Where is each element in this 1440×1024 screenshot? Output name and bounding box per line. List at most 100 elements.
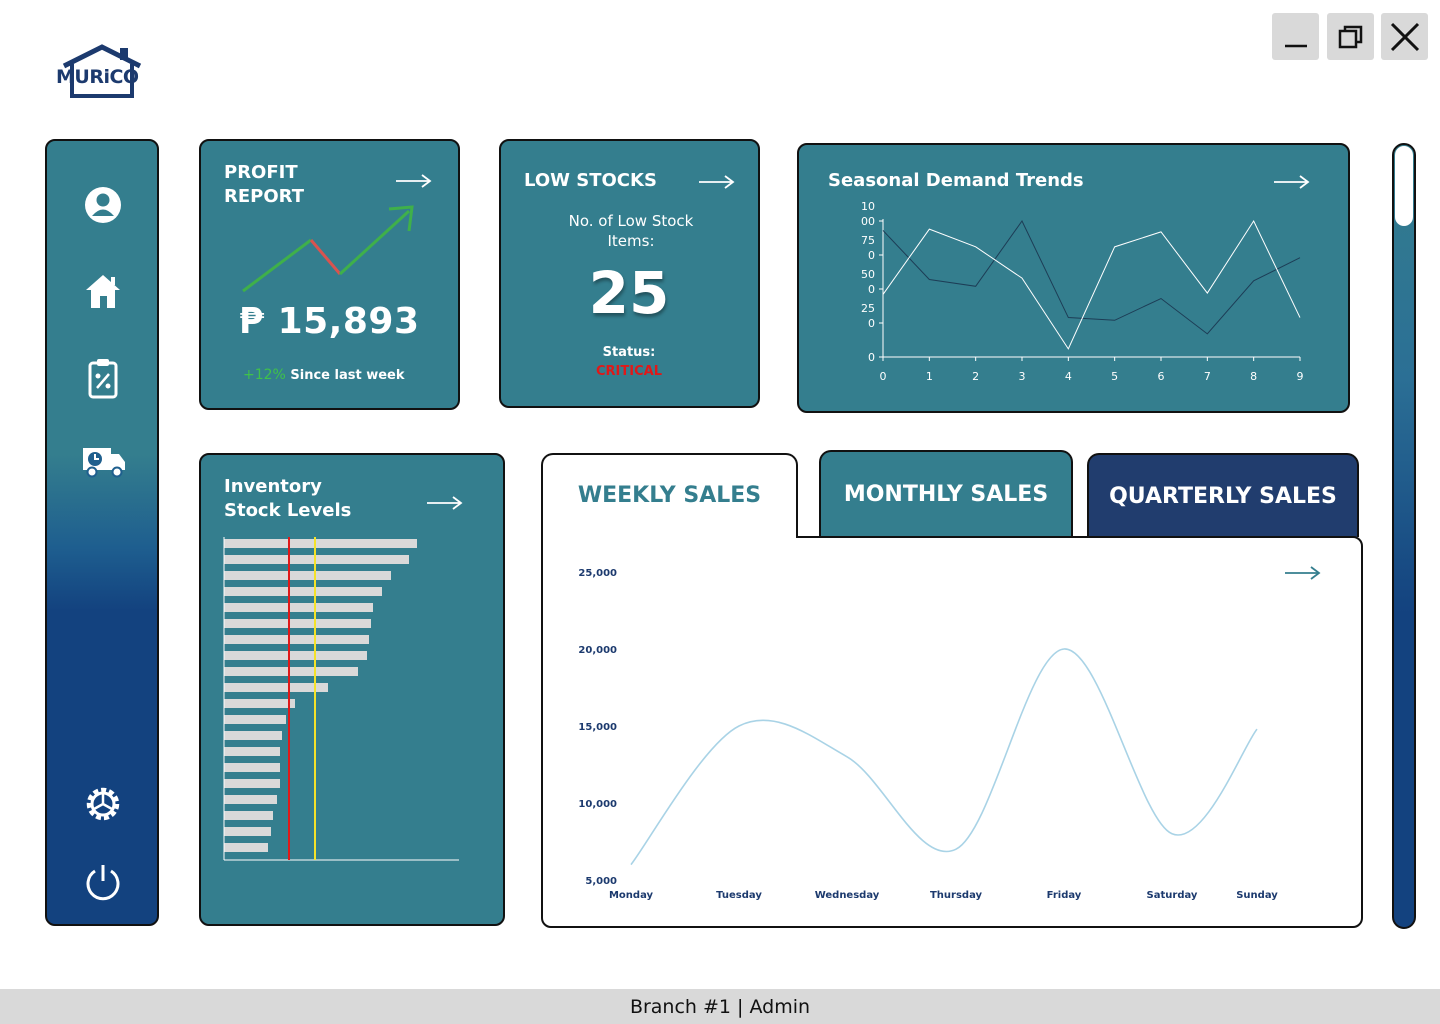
profit-report-card[interactable]: PROFIT REPORT ₱ 15,893 +12% Since last w… <box>199 139 460 410</box>
weekly-x-tick-label: Friday <box>1047 890 1082 901</box>
inventory-bar <box>224 795 277 804</box>
weekly-sales-chart: 25,000 20,000 15,000 10,000 5,000 Monday Tuesd… <box>578 568 1278 901</box>
seasonal-y-tick-label: 10 <box>861 200 875 213</box>
weekly-x-tick-label: Tuesday <box>716 890 762 901</box>
low-stocks-status-value: CRITICAL <box>596 364 662 379</box>
sidebar-item-reports[interactable] <box>81 357 125 401</box>
seasonal-x-tick-label: 6 <box>1158 370 1165 383</box>
tab-monthly-sales[interactable]: MONTHLY SALES <box>819 450 1073 537</box>
app-logo: MURiCO <box>54 44 152 104</box>
weekly-y-tick-label: 10,000 <box>578 799 617 810</box>
weekly-x-tick-label: Thursday <box>930 890 983 901</box>
tab-weekly-sales[interactable]: WEEKLY SALES <box>541 453 798 538</box>
profit-change: +12% Since last week <box>243 367 405 383</box>
inventory-bar <box>224 731 282 740</box>
seasonal-demand-card[interactable]: Seasonal Demand Trends 0 1 2 3 4 5 6 7 8 9 0 25 0 50 0… <box>797 143 1350 413</box>
sidebar-item-profile[interactable] <box>81 183 125 227</box>
seasonal-x-tick-label: 8 <box>1250 370 1257 383</box>
inventory-bar <box>224 747 280 756</box>
seasonal-y-tick-label: 0 <box>868 283 875 296</box>
maximize-icon <box>1338 25 1362 48</box>
seasonal-y-tick-label: 0 <box>868 249 875 262</box>
inventory-bar <box>224 587 382 596</box>
minimize-button[interactable] <box>1272 13 1319 60</box>
inventory-bar <box>224 651 367 660</box>
tab-quarterly-sales[interactable]: QUARTERLY SALES <box>1087 453 1359 537</box>
clipboard-percent-icon <box>88 359 118 399</box>
weekly-x-tick-label: Wednesday <box>815 890 880 901</box>
weekly-y-tick-label: 5,000 <box>585 876 617 887</box>
seasonal-y-tick-label: 75 <box>861 234 875 247</box>
logo-text: MURiCO <box>56 66 139 88</box>
low-stocks-subtitle-line2: Items: <box>607 232 655 250</box>
seasonal-x-tick-label: 3 <box>1019 370 1026 383</box>
inventory-bar <box>224 779 280 788</box>
seasonal-x-tick-label: 0 <box>880 370 887 383</box>
inventory-bar <box>224 699 295 708</box>
sidebar-item-deliveries[interactable] <box>81 438 125 482</box>
seasonal-y-tick-label: 0 <box>868 317 875 330</box>
minimize-icon <box>1284 44 1307 47</box>
settings-gear-icon <box>86 787 120 821</box>
close-icon <box>1390 22 1419 51</box>
profit-value: ₱ 15,893 <box>239 301 420 342</box>
seasonal-x-tick-label: 5 <box>1111 370 1118 383</box>
profit-title-line1: PROFIT <box>224 162 298 183</box>
seasonal-x-tick-label: 2 <box>972 370 979 383</box>
user-icon <box>85 187 121 223</box>
seasonal-x-tick-label: 9 <box>1297 370 1304 383</box>
power-icon <box>86 865 120 901</box>
maximize-button[interactable] <box>1327 13 1374 60</box>
inventory-bar <box>224 811 273 820</box>
seasonal-x-tick-label: 7 <box>1204 370 1211 383</box>
weekly-y-tick-label: 15,000 <box>578 722 617 733</box>
weekly-y-tick-label: 25,000 <box>578 568 617 579</box>
inventory-bar <box>224 619 371 628</box>
weekly-y-tick-label: 20,000 <box>578 645 617 656</box>
low-stocks-open-arrow-icon[interactable] <box>698 174 736 190</box>
profit-trend-icon <box>242 205 414 293</box>
sidebar-item-settings[interactable] <box>81 782 125 826</box>
delivery-truck-clock-icon <box>83 448 125 478</box>
low-stocks-count: 25 <box>588 259 670 327</box>
inventory-bar <box>224 667 358 676</box>
low-stocks-status-label: Status: <box>602 345 656 360</box>
vertical-scrollbar[interactable] <box>1392 143 1416 929</box>
low-stocks-subtitle: No. of Low Stock Items: <box>501 211 761 251</box>
inventory-bar <box>224 715 286 724</box>
inventory-bar <box>224 683 328 692</box>
close-button[interactable] <box>1381 13 1428 60</box>
status-footer: Branch #1 | Admin <box>0 989 1440 1024</box>
sidebar-item-logout[interactable] <box>81 860 125 904</box>
profit-change-label: Since last week <box>290 368 405 383</box>
profit-report-title: PROFIT REPORT <box>224 161 304 209</box>
scrollbar-thumb[interactable] <box>1395 146 1413 226</box>
weekly-x-tick-label: Monday <box>609 890 654 901</box>
low-stocks-title: LOW STOCKS <box>524 170 657 191</box>
inventory-card[interactable]: Inventory Stock Levels <box>199 453 505 926</box>
weekly-sales-line <box>630 648 1258 866</box>
inventory-bar <box>224 843 268 852</box>
seasonal-series-line-2 <box>882 219 1301 350</box>
inventory-bar <box>224 571 391 580</box>
seasonal-demand-chart: 0 1 2 3 4 5 6 7 8 9 0 25 0 50 0 75 0 10 00 <box>861 200 1304 383</box>
low-stocks-card[interactable]: LOW STOCKS No. of Low Stock Items: 25 St… <box>499 139 760 408</box>
seasonal-y-tick-label: 25 <box>861 302 875 315</box>
sidebar-item-home[interactable] <box>81 269 125 313</box>
weekly-x-tick-label: Sunday <box>1236 890 1278 901</box>
inventory-bar <box>224 539 417 548</box>
seasonal-y-tick-label: 50 <box>861 268 875 281</box>
seasonal-x-tick-label: 4 <box>1065 370 1072 383</box>
seasonal-x-tick-label: 1 <box>926 370 933 383</box>
weekly-sales-panel: 25,000 20,000 15,000 10,000 5,000 Monday Tuesd… <box>541 536 1363 928</box>
sidebar <box>45 139 159 926</box>
inventory-bar <box>224 555 409 564</box>
weekly-x-tick-label: Saturday <box>1147 890 1198 901</box>
home-icon <box>86 275 120 308</box>
inventory-chart <box>223 537 459 861</box>
inventory-bar <box>224 827 271 836</box>
profit-change-percent: +12% <box>243 367 286 383</box>
seasonal-y-tick-label: 0 <box>868 351 875 364</box>
profit-open-arrow-icon[interactable] <box>395 173 433 189</box>
low-stocks-subtitle-line1: No. of Low Stock <box>568 212 694 230</box>
